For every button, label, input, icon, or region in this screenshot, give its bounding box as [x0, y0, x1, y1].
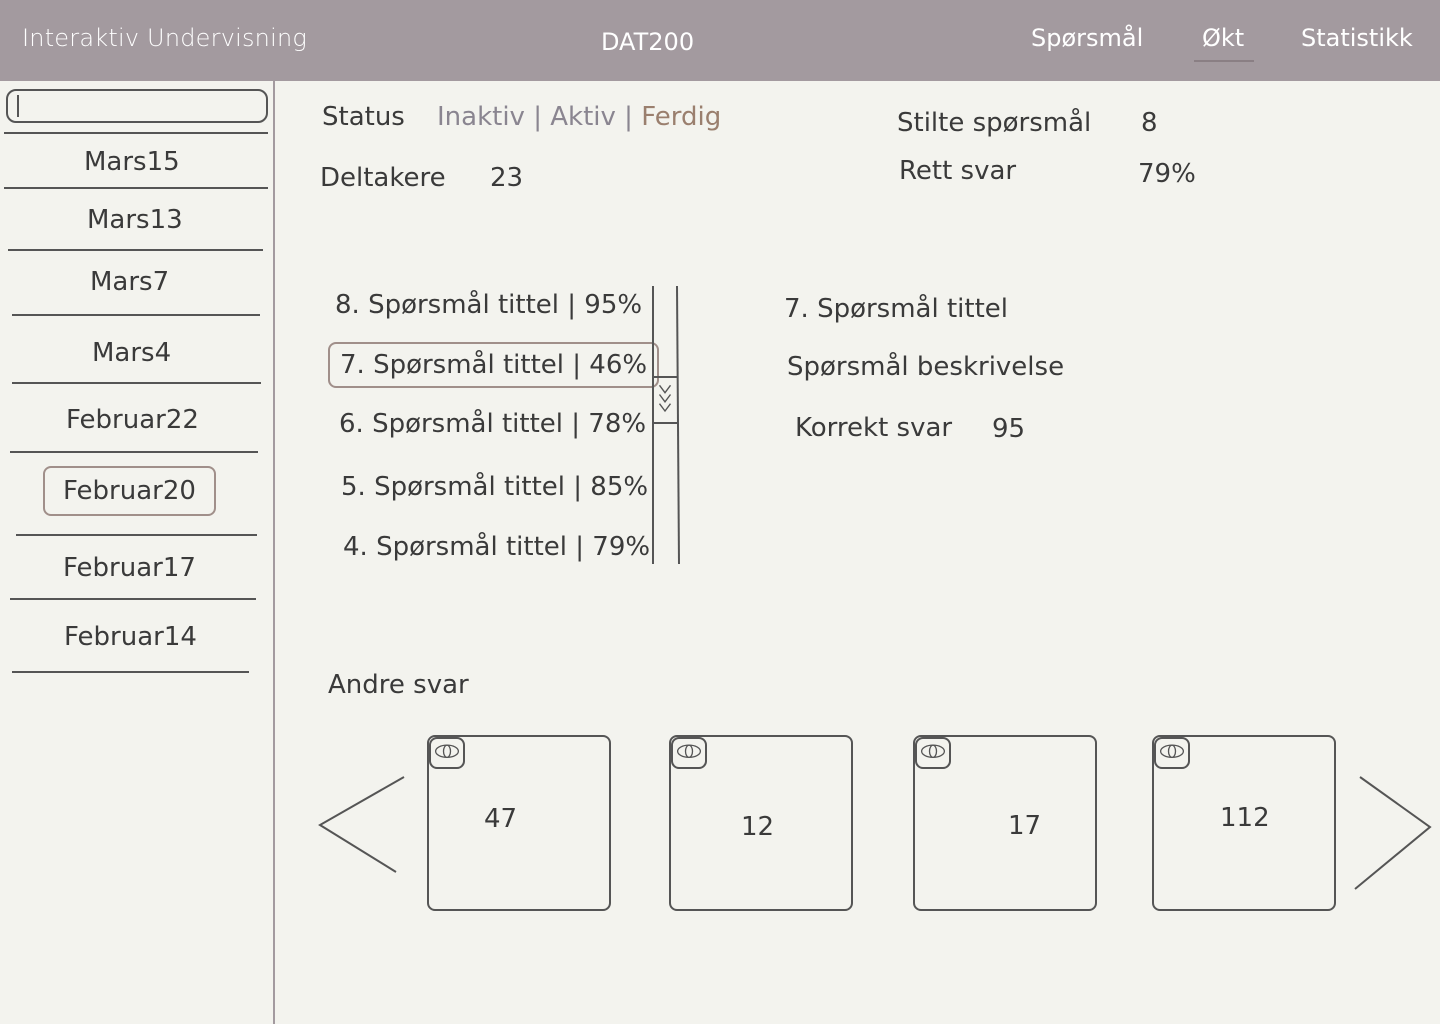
answer-card[interactable]: 112 [1152, 735, 1336, 911]
eye-icon[interactable] [671, 737, 707, 769]
question-scrollbar[interactable] [652, 286, 680, 564]
divider [12, 314, 260, 316]
eye-icon[interactable] [429, 737, 465, 769]
status-selector: Inaktiv | Aktiv | Ferdig [437, 102, 721, 132]
top-bar: Interaktiv Undervisning DAT200 Spørsmål … [0, 0, 1440, 81]
divider [12, 382, 261, 384]
session-item[interactable]: Mars7 [90, 267, 169, 297]
nav-session[interactable]: Økt [1202, 24, 1244, 52]
question-item[interactable]: 6. Spørsmål tittel | 78% [339, 409, 646, 439]
detail-correct-label: Korrekt svar [795, 413, 953, 443]
divider [10, 598, 256, 600]
session-item[interactable]: Februar14 [64, 622, 197, 652]
divider [4, 132, 268, 134]
correct-rate-value: 79% [1138, 159, 1196, 189]
search-input[interactable] [6, 89, 268, 123]
answer-value: 47 [484, 804, 518, 834]
answer-value: 112 [1220, 803, 1270, 833]
nav-questions[interactable]: Spørsmål [1031, 24, 1143, 52]
status-separator: | [533, 102, 542, 132]
correct-rate-label: Rett svar [899, 156, 1017, 186]
eye-icon[interactable] [915, 737, 951, 769]
answer-card[interactable]: 12 [669, 735, 853, 911]
divider [10, 451, 258, 453]
divider [12, 671, 249, 673]
question-item-selected[interactable]: 7. Spørsmål tittel | 46% [328, 342, 660, 388]
session-item[interactable]: Mars13 [87, 205, 183, 235]
session-item[interactable]: Mars4 [92, 338, 171, 368]
detail-correct-value: 95 [992, 414, 1026, 444]
session-item-selected[interactable]: Februar20 [43, 466, 216, 516]
divider [4, 187, 268, 189]
asked-questions-value: 8 [1141, 108, 1158, 138]
scroll-thumb-icon[interactable] [652, 376, 678, 424]
divider [16, 534, 257, 536]
sidebar: Mars15 Mars13 Mars7 Mars4 Februar22 Febr… [0, 81, 275, 1024]
answer-card[interactable]: 17 [913, 735, 1097, 911]
question-item[interactable]: 5. Spørsmål tittel | 85% [341, 472, 648, 502]
text-caret [17, 95, 19, 117]
other-answers-label: Andre svar [328, 670, 469, 700]
status-label: Status [322, 102, 405, 132]
app-title: Interaktiv Undervisning [22, 24, 307, 52]
nav-active-indicator [1194, 60, 1254, 62]
participants-label: Deltakere [320, 163, 446, 193]
status-finished[interactable]: Ferdig [641, 102, 721, 132]
eye-icon[interactable] [1154, 737, 1190, 769]
arrow-right-icon[interactable] [1352, 775, 1434, 893]
status-active[interactable]: Aktiv [550, 102, 616, 132]
detail-description: Spørsmål beskrivelse [787, 352, 1065, 382]
session-item[interactable]: Februar22 [66, 405, 199, 435]
divider [8, 249, 263, 251]
answer-card[interactable]: 47 [427, 735, 611, 911]
question-item[interactable]: 8. Spørsmål tittel | 95% [335, 290, 642, 320]
answer-value: 12 [741, 812, 775, 842]
participants-value: 23 [490, 163, 524, 193]
answer-value: 17 [1008, 811, 1042, 841]
nav-statistics[interactable]: Statistikk [1301, 24, 1413, 52]
session-item[interactable]: Mars15 [84, 147, 180, 177]
course-code: DAT200 [601, 28, 695, 56]
question-item[interactable]: 4. Spørsmål tittel | 79% [343, 532, 650, 562]
asked-questions-label: Stilte spørsmål [897, 108, 1092, 138]
status-inactive[interactable]: Inaktiv [437, 102, 525, 132]
detail-title: 7. Spørsmål tittel [784, 294, 1008, 324]
arrow-left-icon[interactable] [316, 775, 406, 875]
session-item[interactable]: Februar17 [63, 553, 196, 583]
status-separator: | [624, 102, 633, 132]
